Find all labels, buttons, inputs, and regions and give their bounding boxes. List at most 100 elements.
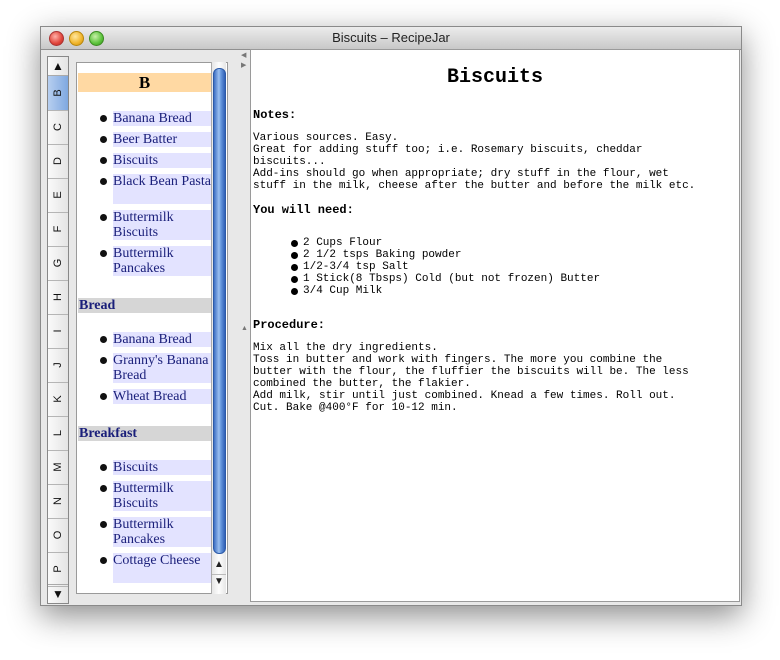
letter-tab-label: I <box>52 329 64 333</box>
section-header: Breakfast <box>78 426 212 441</box>
bullet-icon <box>291 252 298 259</box>
scroll-thumb[interactable] <box>213 68 226 554</box>
bullet-icon <box>100 136 107 143</box>
procedure-line: Mix all the dry ingredients. <box>253 342 438 354</box>
letter-tab-c[interactable]: C <box>48 110 68 145</box>
bullet-icon <box>100 464 107 471</box>
section-header: Bread <box>78 298 212 313</box>
notes-line: Various sources. Easy. <box>253 132 399 144</box>
list-item[interactable]: Granny's Banana Bread <box>100 353 212 383</box>
list-item[interactable]: Banana Bread <box>100 111 212 126</box>
bullet-icon <box>100 157 107 164</box>
letter-tab-label: E <box>52 191 64 199</box>
letter-tab-label: F <box>52 225 64 233</box>
list-item[interactable]: Black Bean Pasta <box>100 174 212 204</box>
ingredients-heading: You will need: <box>253 203 354 217</box>
scroll-down-icon[interactable]: ▼ <box>212 574 226 589</box>
notes-line: Great for adding stuff too; i.e. Rosemar… <box>253 144 643 156</box>
recipe-view: Biscuits Notes: Various sources. Easy. Gr… <box>250 49 740 602</box>
letter-tab-label: J <box>52 362 64 368</box>
letter-tab-label: G <box>52 258 64 268</box>
bullet-icon <box>291 264 298 271</box>
notes-line: stuff in the milk, cheese after the butt… <box>253 180 696 192</box>
recipe-index-list: B Banana Bread Beer Batter Biscuits Black Be… <box>76 62 228 594</box>
arrow-down-icon[interactable]: ▼ <box>48 584 68 603</box>
letter-tab-h[interactable]: H <box>48 280 68 315</box>
letter-tab-label: H <box>52 293 64 301</box>
index-scrollbar[interactable]: ▲ ▼ <box>211 62 226 594</box>
bullet-icon <box>100 393 107 400</box>
collapse-left-icon[interactable]: ◀ <box>241 51 246 59</box>
letter-tab-g[interactable]: G <box>48 246 68 281</box>
list-item[interactable]: Biscuits <box>100 153 212 168</box>
letter-tab-label: L <box>52 429 64 437</box>
letter-tab-label: O <box>52 530 64 540</box>
procedure-line: butter with the flour, the fluffier the … <box>253 366 689 378</box>
app-window: Biscuits – RecipeJar ▲ B C D E F G H I J K L M N O P ▼… <box>40 26 742 606</box>
list-item[interactable]: Cottage Cheese <box>100 553 212 583</box>
procedure-line: Toss in butter and work with fingers. Th… <box>253 354 663 366</box>
arrow-up-icon[interactable]: ▲ <box>48 57 68 76</box>
list-item[interactable]: Biscuits <box>100 460 212 475</box>
collapse-right-icon[interactable]: ▶ <box>241 61 246 69</box>
ingredient-item: 2 1/2 tsps Baking powder <box>291 249 461 261</box>
letter-tab-d[interactable]: D <box>48 144 68 179</box>
letter-tab-label: K <box>52 395 64 403</box>
ingredient-item: 2 Cups Flour <box>291 237 382 249</box>
notes-line: Add-ins should go when appropriate; dry … <box>253 168 669 180</box>
list-item[interactable]: Buttermilk Pancakes <box>100 517 212 547</box>
bullet-icon <box>100 178 107 185</box>
notes-heading: Notes: <box>253 108 297 122</box>
letter-tab-j[interactable]: J <box>48 348 68 383</box>
notes-line: biscuits... <box>253 156 326 168</box>
bullet-icon <box>100 250 107 257</box>
scroll-up-icon[interactable]: ▲ <box>212 558 226 572</box>
bullet-icon <box>291 240 298 247</box>
bullet-icon <box>100 115 107 122</box>
letter-index-bar: ▲ B C D E F G H I J K L M N O P ▼ <box>47 56 69 604</box>
bullet-icon <box>100 557 107 564</box>
list-item[interactable]: Buttermilk Biscuits <box>100 210 212 240</box>
recipe-title: Biscuits <box>446 66 543 89</box>
letter-tab-label: N <box>52 497 64 505</box>
bullet-icon <box>100 336 107 343</box>
ingredient-item: 1/2-3/4 tsp Salt <box>291 261 409 273</box>
letter-tab-o[interactable]: O <box>48 518 68 553</box>
list-item[interactable]: Buttermilk Biscuits <box>100 481 212 511</box>
letter-tab-k[interactable]: K <box>48 382 68 417</box>
letter-tab-f[interactable]: F <box>48 212 68 247</box>
splitter-handle-icon[interactable]: ▲ <box>241 325 248 332</box>
letter-tab-label: B <box>52 89 64 97</box>
bullet-icon <box>100 485 107 492</box>
letter-tab-m[interactable]: M <box>48 450 68 485</box>
procedure-heading: Procedure: <box>253 318 326 332</box>
letter-tab-label: D <box>52 157 64 165</box>
bullet-icon <box>100 214 107 221</box>
list-item[interactable]: Beer Batter <box>100 132 212 147</box>
procedure-line: combined the butter, the flakier. <box>253 378 471 390</box>
list-item[interactable]: Buttermilk Pancakes <box>100 246 212 276</box>
ingredient-item: 3/4 Cup Milk <box>291 285 382 297</box>
bullet-icon <box>291 276 298 283</box>
letter-tab-label: M <box>52 462 64 472</box>
letter-tab-b[interactable]: B <box>48 76 68 111</box>
window-title: Biscuits – RecipeJar <box>332 30 450 45</box>
list-item[interactable]: Banana Bread <box>100 332 212 347</box>
letter-tab-label: C <box>52 123 64 131</box>
letter-tab-p[interactable]: P <box>48 552 68 587</box>
list-item[interactable]: Wheat Bread <box>100 389 212 404</box>
bullet-icon <box>291 288 298 295</box>
letter-tab-label: P <box>52 565 64 573</box>
letter-header: B <box>78 73 211 92</box>
procedure-line: Cut. Bake @400°F for 10-12 min. <box>253 402 458 414</box>
letter-tab-i[interactable]: I <box>48 314 68 349</box>
title-bar: Biscuits – RecipeJar <box>41 27 741 50</box>
pane-splitter[interactable]: ◀ ▶ ▲ <box>238 49 250 605</box>
letter-tab-e[interactable]: E <box>48 178 68 213</box>
procedure-line: Add milk, stir until just combined. Knea… <box>253 390 676 402</box>
bullet-icon <box>100 521 107 528</box>
letter-tab-l[interactable]: L <box>48 416 68 451</box>
letter-tab-n[interactable]: N <box>48 484 68 519</box>
ingredient-item: 1 Stick(8 Tbsps) Cold (but not frozen) B… <box>291 273 600 285</box>
bullet-icon <box>100 357 107 364</box>
